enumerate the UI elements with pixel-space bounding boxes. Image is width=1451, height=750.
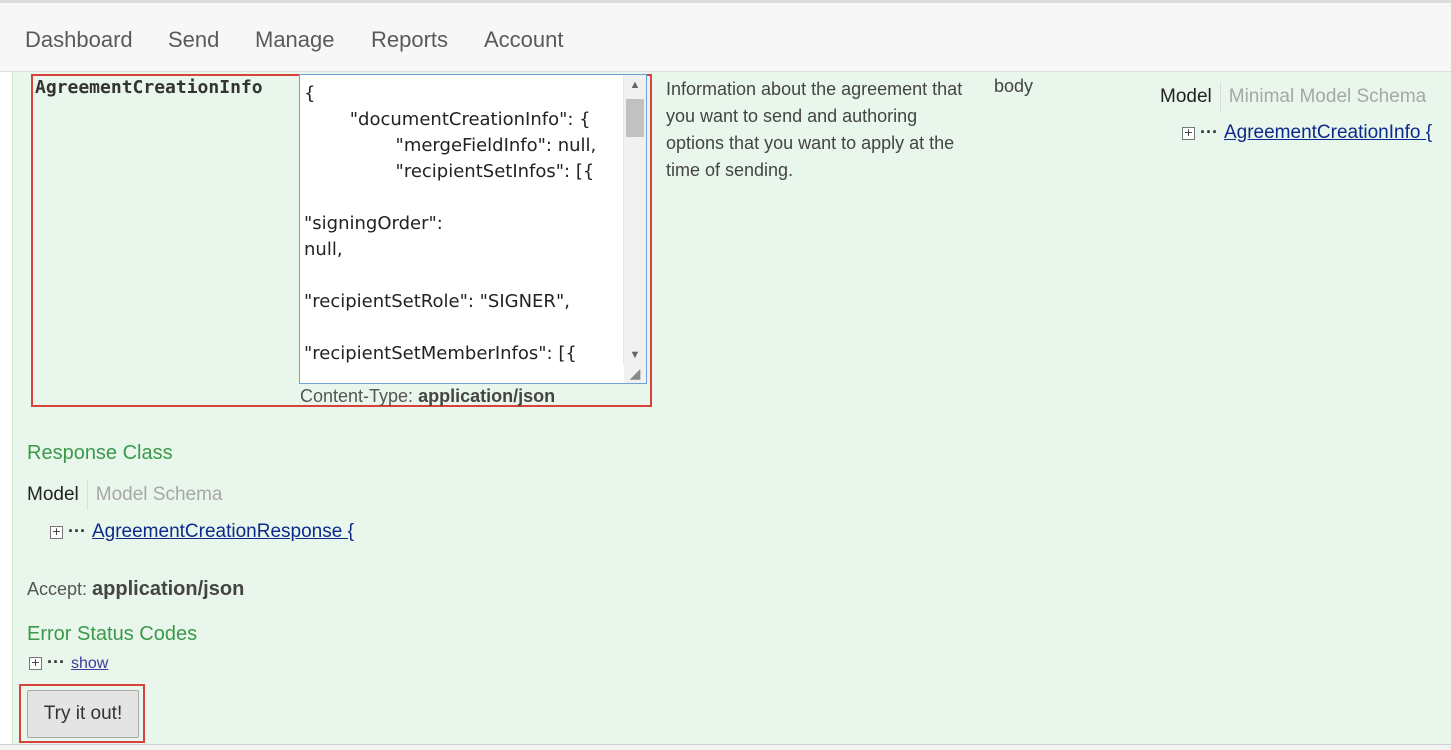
ellipsis-icon: ··· bbox=[47, 652, 65, 672]
accept-label: Accept: bbox=[27, 579, 88, 599]
nav-account[interactable]: Account bbox=[484, 27, 564, 53]
bottom-edge bbox=[0, 744, 1451, 750]
chevron-up-icon[interactable]: ▲ bbox=[624, 75, 646, 95]
agreement-creation-response-link[interactable]: AgreementCreationResponse { bbox=[92, 521, 354, 542]
param-model-expander: + ··· AgreementCreationInfo { bbox=[1182, 122, 1432, 144]
nav-manage[interactable]: Manage bbox=[255, 27, 335, 53]
tab-divider bbox=[86, 480, 88, 510]
parameter-type: body bbox=[994, 76, 1034, 96]
error-codes-expander: + ··· show bbox=[29, 652, 108, 673]
content-type-value: application/json bbox=[418, 386, 556, 406]
content-type: Content-Type: application/json bbox=[300, 386, 555, 407]
ellipsis-icon: ··· bbox=[68, 521, 86, 541]
resize-grip-icon[interactable]: ◢ bbox=[624, 363, 646, 383]
top-navigation-bar: Dashboard Send Manage Reports Account bbox=[0, 0, 1451, 72]
response-model-tabs: Model Model Schema bbox=[27, 480, 222, 510]
plus-square-icon[interactable]: + bbox=[50, 525, 63, 539]
content-type-label: Content-Type: bbox=[300, 386, 414, 406]
tab-model[interactable]: Model bbox=[1160, 86, 1212, 107]
agreement-creation-info-link[interactable]: AgreementCreationInfo { bbox=[1224, 122, 1432, 143]
ellipsis-icon: ··· bbox=[1200, 122, 1218, 142]
parameter-description: Information about the agreement that you… bbox=[666, 79, 963, 180]
tab-model[interactable]: Model bbox=[27, 484, 79, 505]
accept-value: application/json bbox=[92, 578, 245, 600]
parameter-name: AgreementCreationInfo bbox=[35, 77, 263, 98]
json-body-text[interactable]: { "documentCreationInfo": { "mergeFieldI… bbox=[304, 81, 622, 383]
textarea-scrollbar[interactable]: ▲ ▼ bbox=[623, 75, 646, 365]
plus-square-icon[interactable]: + bbox=[1182, 126, 1195, 140]
accept-header: Accept: application/json bbox=[27, 578, 244, 601]
error-status-codes-title: Error Status Codes bbox=[27, 623, 198, 645]
tab-model-schema[interactable]: Model Schema bbox=[96, 484, 223, 505]
param-model-tabs: Model Minimal Model Schema bbox=[1160, 82, 1426, 112]
chevron-down-icon[interactable]: ▼ bbox=[624, 345, 646, 365]
response-class-title: Response Class bbox=[27, 442, 173, 464]
show-error-codes-link[interactable]: show bbox=[71, 655, 108, 672]
plus-square-icon[interactable]: + bbox=[29, 656, 42, 670]
try-it-out-button[interactable]: Try it out! bbox=[27, 690, 139, 738]
tab-divider bbox=[1219, 82, 1221, 112]
json-body-textarea[interactable]: { "documentCreationInfo": { "mergeFieldI… bbox=[299, 74, 647, 384]
response-model-expander: + ··· AgreementCreationResponse { bbox=[50, 521, 354, 543]
nav-send[interactable]: Send bbox=[168, 27, 219, 53]
scrollbar-thumb[interactable] bbox=[626, 99, 644, 137]
tab-minimal-model-schema[interactable]: Minimal Model Schema bbox=[1229, 86, 1426, 107]
nav-dashboard[interactable]: Dashboard bbox=[25, 27, 133, 53]
nav-reports[interactable]: Reports bbox=[371, 27, 448, 53]
